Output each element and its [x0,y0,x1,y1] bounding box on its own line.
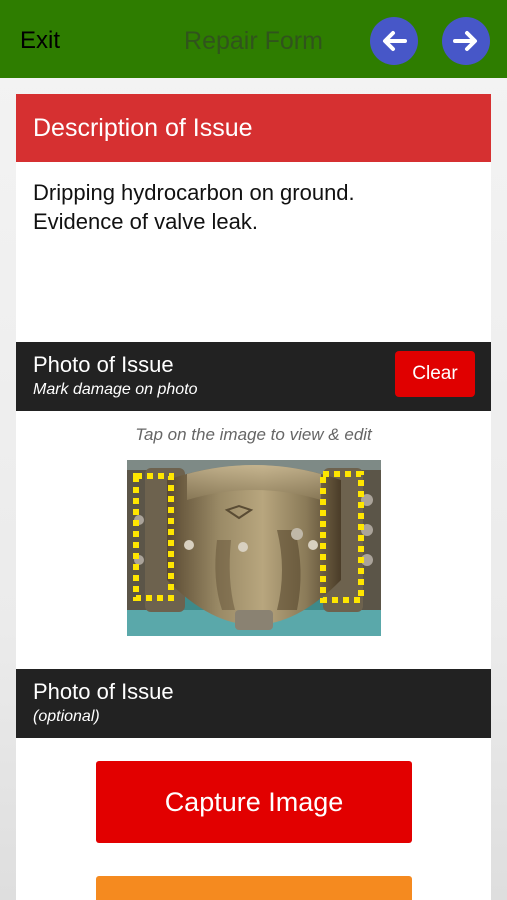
next-button[interactable] [442,17,490,65]
clear-button[interactable]: Clear [395,351,475,397]
photo-optional-title: Photo of Issue [33,679,174,704]
secondary-action-button[interactable] [96,876,412,900]
capture-image-button[interactable]: Capture Image [96,761,412,843]
description-header-title: Description of Issue [33,114,253,142]
page-title: Repair Form [184,27,323,55]
description-text[interactable]: Dripping hydrocarbon on ground. Evidence… [33,178,473,236]
arrow-right-icon [453,31,477,51]
photo-section-subtitle: Mark damage on photo [33,381,198,398]
photo-optional-header: Photo of Issue (optional) [16,669,491,738]
issue-photo-thumbnail[interactable] [127,460,381,636]
back-button[interactable] [370,17,418,65]
arrow-left-icon [383,31,407,51]
photo-of-issue-header: Photo of Issue Mark damage on photo Clea… [16,342,491,411]
valve-photo [127,460,381,636]
photo-section-title: Photo of Issue [33,352,174,377]
exit-button[interactable]: Exit [20,26,60,56]
description-line-2: Evidence of valve leak. [33,209,259,234]
photo-optional-subtitle: (optional) [33,708,100,725]
top-nav-bar: Exit Repair Form [0,0,507,78]
photo-hint: Tap on the image to view & edit [135,425,372,444]
repair-form-card: Description of Issue Dripping hydrocarbo… [16,94,491,900]
description-header: Description of Issue [16,94,491,162]
description-line-1: Dripping hydrocarbon on ground. [33,180,355,205]
